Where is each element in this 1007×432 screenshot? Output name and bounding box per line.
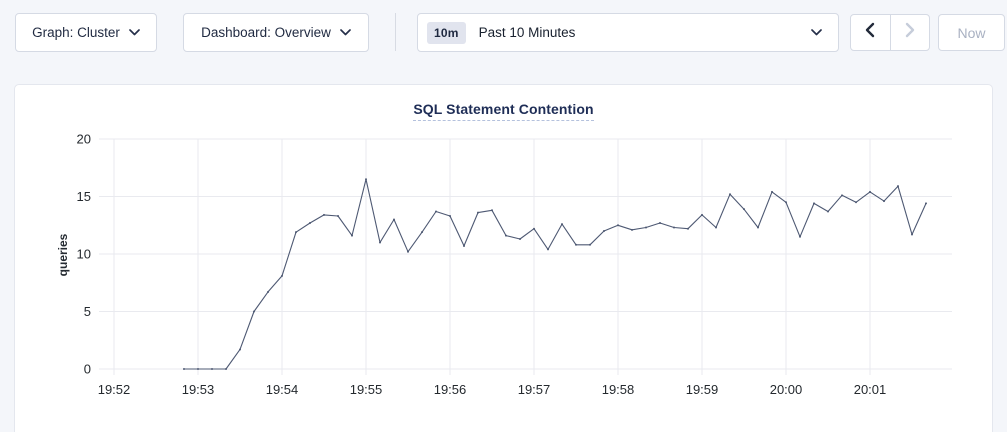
graph-dropdown[interactable]: Graph: Cluster xyxy=(15,13,157,52)
svg-text:0: 0 xyxy=(84,362,91,377)
time-range-dropdown[interactable]: 10m Past 10 Minutes xyxy=(417,13,839,52)
sql-contention-line-chart[interactable]: 0 5 10 15 20 19:52 19:53 19:54 19:55 19:56 19:57 19… xyxy=(15,85,994,432)
chart-panel: SQL Statement Contention queries 0510152… xyxy=(14,84,993,432)
chevron-down-icon xyxy=(129,29,140,36)
next-interval-button[interactable] xyxy=(891,15,930,50)
toolbar-divider xyxy=(395,13,396,51)
svg-text:19:54: 19:54 xyxy=(266,382,299,397)
svg-text:19:59: 19:59 xyxy=(686,382,719,397)
svg-text:19:57: 19:57 xyxy=(518,382,551,397)
svg-text:20:00: 20:00 xyxy=(770,382,803,397)
svg-text:19:52: 19:52 xyxy=(98,382,131,397)
time-range-badge: 10m xyxy=(427,22,466,44)
svg-text:20: 20 xyxy=(77,132,91,147)
svg-text:15: 15 xyxy=(77,189,91,204)
time-range-label: Past 10 Minutes xyxy=(479,25,811,40)
svg-text:19:55: 19:55 xyxy=(350,382,383,397)
now-button-label: Now xyxy=(957,25,985,41)
chevron-left-icon xyxy=(864,22,876,43)
previous-interval-button[interactable] xyxy=(851,15,891,50)
svg-text:20:01: 20:01 xyxy=(854,382,887,397)
top-toolbar: Graph: Cluster Dashboard: Overview 10m P… xyxy=(0,0,1007,84)
svg-text:19:56: 19:56 xyxy=(434,382,467,397)
time-nav-group xyxy=(850,14,930,51)
chevron-down-icon xyxy=(340,29,351,36)
chevron-right-icon xyxy=(904,22,916,43)
now-button[interactable]: Now xyxy=(938,14,1005,51)
svg-text:19:53: 19:53 xyxy=(182,382,215,397)
svg-text:19:58: 19:58 xyxy=(602,382,635,397)
svg-text:10: 10 xyxy=(77,247,91,262)
dashboard-dropdown-label: Dashboard: Overview xyxy=(201,25,331,40)
graph-dropdown-label: Graph: Cluster xyxy=(32,25,120,40)
dashboard-dropdown[interactable]: Dashboard: Overview xyxy=(183,13,369,52)
svg-text:5: 5 xyxy=(84,304,91,319)
chevron-down-icon xyxy=(811,29,822,36)
